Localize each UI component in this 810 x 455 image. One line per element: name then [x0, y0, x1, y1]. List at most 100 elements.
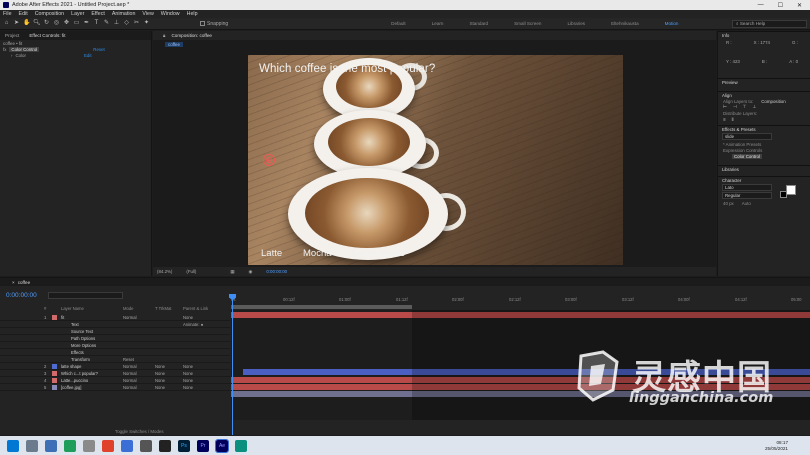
premiere-icon[interactable]: Pr [197, 439, 209, 452]
puppet-tool-icon[interactable]: ✦ [143, 20, 150, 27]
minimize-button[interactable]: — [758, 2, 764, 9]
layer-row[interactable]: 5 [coffee.jpg] Normal None None [0, 384, 230, 391]
workspace-default[interactable]: Default [378, 21, 419, 26]
layer-name[interactable]: Text [61, 322, 123, 327]
workspace-standard[interactable]: Standard [456, 21, 501, 26]
layer-search-input[interactable] [48, 292, 123, 299]
comp-title-text[interactable]: Which coffee is the most popular? [259, 63, 435, 75]
toggle-switches-modes[interactable]: Toggle Switches / Modes [0, 428, 810, 436]
pan-behind-tool-icon[interactable]: ✥ [63, 20, 70, 27]
layer-mode[interactable]: Normal [123, 378, 155, 383]
system-clock[interactable]: 08:17 25/05/2021 [765, 440, 788, 452]
preview-header[interactable]: Preview [718, 78, 810, 85]
browser-icon[interactable] [102, 439, 114, 452]
app-icon[interactable] [159, 439, 171, 452]
app-icon[interactable] [83, 439, 95, 452]
menu-view[interactable]: View [142, 11, 153, 17]
layer-name[interactable]: Source Text [61, 329, 123, 334]
workspace-learn[interactable]: Learn [419, 21, 457, 26]
tab-project[interactable]: Project [5, 33, 19, 38]
timeline-timecode[interactable]: 0:00:00:00 [6, 292, 37, 299]
label-color-swatch[interactable] [52, 322, 57, 327]
label-color-swatch[interactable] [52, 336, 57, 341]
label-color-swatch[interactable] [52, 357, 57, 362]
layer-mode[interactable]: Reset [123, 357, 155, 362]
layer-row[interactable]: 4 Latte...puccino Normal None None [0, 377, 230, 384]
stamp-tool-icon[interactable]: ⊥ [113, 20, 120, 27]
tracking-value[interactable]: Auto [742, 201, 751, 206]
font-style-dropdown[interactable]: Regular [722, 192, 772, 199]
layer-row[interactable]: Effects [0, 349, 230, 356]
label-latte[interactable]: Latte [261, 248, 282, 259]
comp-crumb[interactable]: coffee [165, 41, 183, 47]
app-icon[interactable] [140, 439, 152, 452]
label-color-swatch[interactable] [52, 370, 57, 376]
app-icon[interactable] [121, 439, 133, 452]
reset-link[interactable]: Reset [93, 47, 104, 52]
fill-color-swatch[interactable] [786, 185, 796, 195]
app-icon[interactable] [235, 439, 247, 452]
layer-mode[interactable]: Normal [123, 315, 155, 320]
anchor-point-icon[interactable]: ⊕ [263, 154, 275, 166]
align-right-icon[interactable]: ⊤ [743, 104, 747, 110]
fx-icon[interactable]: fx [3, 47, 6, 52]
workspace-small-screen[interactable]: Small Screen [501, 21, 554, 26]
app-icon[interactable] [64, 439, 76, 452]
preset-color-control[interactable]: Color Control [718, 153, 810, 159]
layer-mode[interactable]: Normal [123, 385, 155, 390]
chevron-right-icon[interactable]: › [11, 53, 12, 58]
home-icon[interactable]: ⌂ [3, 20, 10, 27]
effects-presets-header[interactable]: Effects & Presets [718, 125, 810, 132]
work-area-bar[interactable] [231, 305, 412, 309]
layer-trkmat[interactable]: None [155, 385, 183, 390]
font-family-dropdown[interactable]: Lato [722, 184, 772, 191]
label-color-swatch[interactable] [52, 377, 57, 383]
layer-mode[interactable]: Normal [123, 364, 155, 369]
after-effects-taskbar-icon[interactable]: Ae [215, 438, 229, 453]
brush-tool-icon[interactable]: ✎ [103, 20, 110, 27]
store-icon[interactable] [45, 439, 57, 452]
resolution-dropdown[interactable]: (Full) [186, 269, 196, 274]
layer-parent[interactable]: None [183, 315, 193, 320]
windows-start-icon[interactable] [7, 439, 19, 452]
layer-name[interactable]: Effects [61, 350, 123, 355]
snapping-toggle[interactable]: Snapping [200, 21, 228, 27]
tab-composition[interactable]: Composition: coffee [171, 33, 212, 38]
stroke-color-swatch[interactable] [780, 191, 787, 198]
menu-edit[interactable]: Edit [19, 11, 28, 17]
label-color-swatch[interactable] [52, 384, 57, 390]
hand-tool-icon[interactable]: ✋ [23, 20, 30, 27]
photoshop-icon[interactable]: Ps [178, 439, 190, 452]
close-tab-icon[interactable]: × [12, 280, 15, 285]
search-help-input[interactable]: ⌕ Search Help [732, 19, 807, 28]
rotate-tool-icon[interactable]: ↻ [43, 20, 50, 27]
effect-row-color[interactable]: › Color Edit [0, 52, 151, 58]
workspace-libraries[interactable]: Libraries [554, 21, 598, 26]
label-color-swatch[interactable] [52, 343, 57, 348]
layer-trkmat[interactable]: None [155, 364, 183, 369]
distribute-icon[interactable]: ≡ [723, 117, 726, 122]
rectangle-tool-icon[interactable]: ▭ [73, 20, 80, 27]
effects-search-input[interactable]: slide [722, 133, 772, 140]
libraries-header[interactable]: Libraries [718, 165, 810, 172]
layer-name[interactable]: latte shape [61, 364, 123, 369]
timeline-tab[interactable]: × coffee [0, 278, 810, 286]
layer-mode[interactable]: Normal [123, 371, 155, 376]
grid-icon[interactable]: ▦ [230, 269, 234, 275]
align-target-dropdown[interactable]: Composition [761, 99, 785, 104]
layer-parent[interactable]: None [183, 385, 193, 390]
layer-name[interactable]: Latte...puccino [61, 378, 123, 383]
label-cappuccino[interactable]: Cappuccino [355, 248, 405, 259]
layer-parent[interactable]: None [183, 371, 193, 376]
current-time-indicator[interactable] [232, 294, 233, 435]
layer-row[interactable]: 1 fit Normal None [0, 314, 230, 321]
distribute-icon[interactable]: ⫴ [732, 117, 734, 122]
label-color-swatch[interactable] [52, 329, 57, 334]
snapping-checkbox[interactable] [200, 21, 205, 26]
layer-name[interactable]: Transform [61, 357, 123, 362]
layer-row[interactable]: More Options [0, 342, 230, 349]
menu-animation[interactable]: Animation [112, 11, 136, 17]
maximize-button[interactable]: ☐ [778, 2, 783, 9]
workspace-motion[interactable]: Motion [652, 21, 692, 26]
layer-parent[interactable]: Animate: ● [183, 322, 203, 327]
